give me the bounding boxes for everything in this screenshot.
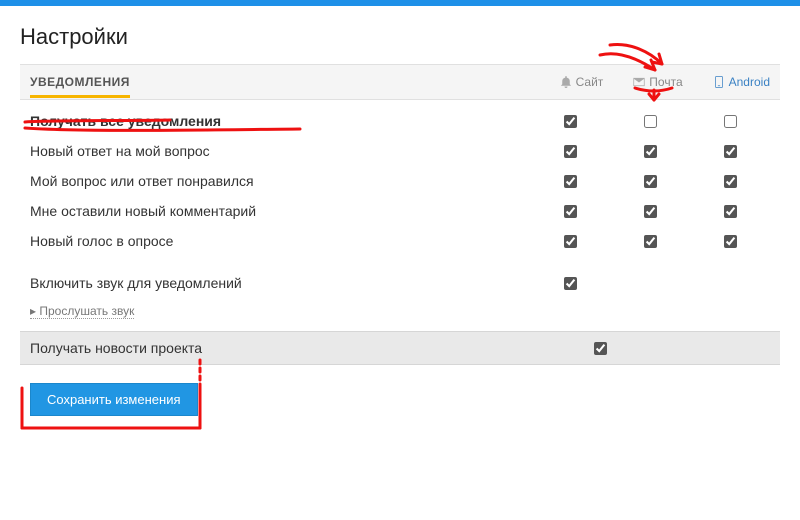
checkbox-mail[interactable] [644,115,657,128]
checkbox-site[interactable] [564,145,577,158]
checkbox-android[interactable] [724,115,737,128]
page-title: Настройки [20,24,780,50]
sound-toggle-label: Включить звук для уведомлений [30,275,530,291]
checkbox-site[interactable] [564,175,577,188]
notification-row: Новый голос в опросе [20,226,780,256]
project-news-label: Получать новости проекта [30,340,590,356]
bell-icon [560,76,572,88]
notification-row: Мне оставили новый комментарий [20,196,780,226]
sound-toggle-checkbox[interactable] [564,277,577,290]
listen-sound-link[interactable]: Прослушать звук [30,304,134,319]
tab-notifications[interactable]: УВЕДОМЛЕНИЯ [30,75,130,98]
channel-android-label: Android [729,75,770,89]
checkbox-site[interactable] [564,235,577,248]
notification-row-label: Мой вопрос или ответ понравился [30,173,530,189]
notification-row-label: Новый голос в опросе [30,233,530,249]
checkbox-site[interactable] [564,205,577,218]
notification-row-label: Мне оставили новый комментарий [30,203,530,219]
channel-mail-label: Почта [649,75,682,89]
mail-icon [633,76,645,88]
notification-row-label: Получать все уведомления [30,113,530,129]
channel-mail: Почта [633,75,682,89]
checkbox-android[interactable] [724,175,737,188]
channel-site-label: Сайт [576,75,604,89]
checkbox-android[interactable] [724,205,737,218]
notification-row-label: Новый ответ на мой вопрос [30,143,530,159]
checkbox-mail[interactable] [644,235,657,248]
checkbox-android[interactable] [724,145,737,158]
channel-android[interactable]: Android [713,75,770,89]
notifications-section-header: УВЕДОМЛЕНИЯ Сайт Почта Android [20,64,780,100]
checkbox-mail[interactable] [644,205,657,218]
notification-row: Мой вопрос или ответ понравился [20,166,780,196]
mobile-icon [713,76,725,88]
checkbox-site[interactable] [564,115,577,128]
channel-site: Сайт [560,75,604,89]
top-accent-bar [0,0,800,6]
checkbox-android[interactable] [724,235,737,248]
project-news-row: Получать новости проекта [20,331,780,365]
checkbox-mail[interactable] [644,145,657,158]
notification-rows: Получать все уведомления Новый ответ на м… [20,100,780,262]
notification-row: Получать все уведомления [20,106,780,136]
checkbox-mail[interactable] [644,175,657,188]
notification-row: Новый ответ на мой вопрос [20,136,780,166]
save-button[interactable]: Сохранить изменения [30,383,198,416]
project-news-checkbox[interactable] [594,342,607,355]
